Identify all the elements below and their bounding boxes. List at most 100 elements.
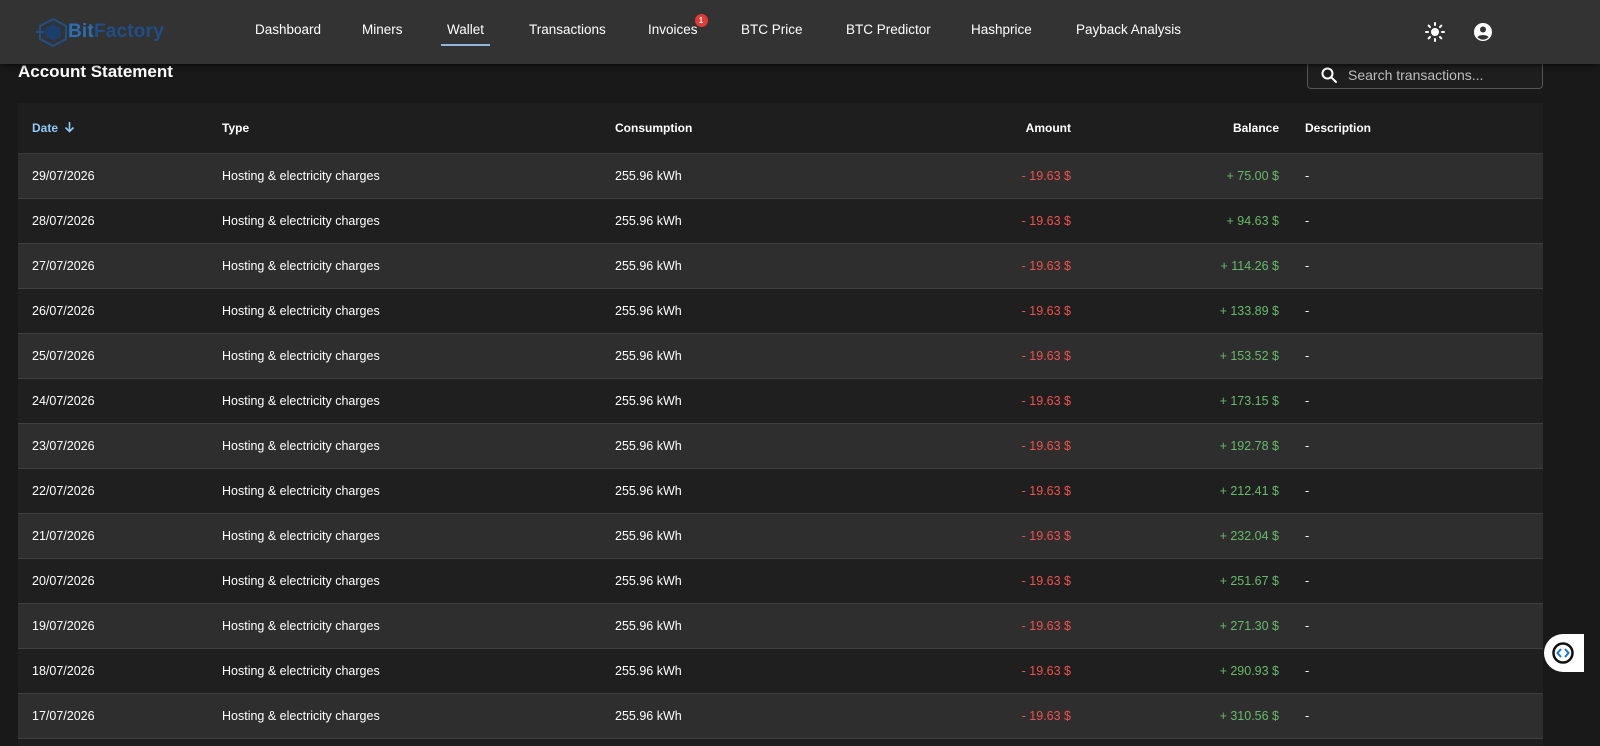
cell-type: Hosting & electricity charges: [222, 709, 380, 723]
nav-item-wallet[interactable]: Wallet: [440, 22, 491, 46]
cell-balance: + 153.52 $: [1219, 349, 1279, 363]
nav-item-btc-predictor[interactable]: BTC Predictor: [846, 22, 931, 37]
cell-date: 27/07/2026: [32, 259, 95, 273]
nav-item-transactions[interactable]: Transactions: [529, 22, 606, 37]
cell-date: 24/07/2026: [32, 394, 95, 408]
cell-amount: - 19.63 $: [1021, 709, 1071, 723]
nav-item-invoices-label: Invoices: [648, 22, 698, 37]
search-icon: [1321, 67, 1337, 83]
cell-consumption: 255.96 kWh: [615, 169, 682, 183]
side-feedback-widget[interactable]: [1544, 634, 1584, 672]
nav-item-miners[interactable]: Miners: [362, 22, 403, 37]
account-circle-icon[interactable]: [1471, 20, 1495, 44]
cell-date: 29/07/2026: [32, 169, 95, 183]
cell-type: Hosting & electricity charges: [222, 304, 380, 318]
cell-consumption: 255.96 kWh: [615, 304, 682, 318]
cell-amount: - 19.63 $: [1021, 484, 1071, 498]
cell-description: -: [1305, 574, 1310, 588]
cell-consumption: 255.96 kWh: [615, 709, 682, 723]
code-brackets-icon: [1552, 642, 1574, 664]
cell-description: -: [1305, 529, 1310, 543]
table-row[interactable]: 25/07/2026 Hosting & electricity charges 2…: [18, 334, 1543, 379]
cell-amount: - 19.63 $: [1021, 439, 1071, 453]
table-row[interactable]: 26/07/2026 Hosting & electricity charges 2…: [18, 289, 1543, 334]
cell-date: 21/07/2026: [32, 529, 95, 543]
cell-type: Hosting & electricity charges: [222, 349, 380, 363]
account-statement-table: Date Type Consumption Amount Balance Des…: [18, 103, 1543, 746]
table-row[interactable]: 17/07/2026 Hosting & electricity charges 2…: [18, 694, 1543, 739]
cell-balance: + 133.89 $: [1219, 304, 1279, 318]
app-logo-text: BitFactory: [68, 21, 164, 42]
cell-balance: + 251.67 $: [1219, 574, 1279, 588]
cell-amount: - 19.63 $: [1021, 214, 1071, 228]
cell-description: -: [1305, 169, 1310, 183]
cell-type: Hosting & electricity charges: [222, 529, 380, 543]
cell-consumption: 255.96 kWh: [615, 619, 682, 633]
cell-balance: + 94.63 $: [1226, 214, 1279, 228]
cell-amount: - 19.63 $: [1021, 664, 1071, 678]
cell-consumption: 255.96 kWh: [615, 214, 682, 228]
cell-type: Hosting & electricity charges: [222, 664, 380, 678]
cell-description: -: [1305, 484, 1310, 498]
nav-item-dashboard[interactable]: Dashboard: [255, 22, 321, 37]
nav-item-btc-price[interactable]: BTC Price: [741, 22, 803, 37]
cell-description: -: [1305, 304, 1310, 318]
cell-consumption: 255.96 kWh: [615, 664, 682, 678]
cell-type: Hosting & electricity charges: [222, 214, 380, 228]
table-header-row: Date Type Consumption Amount Balance Des…: [18, 103, 1543, 154]
cell-balance: + 173.15 $: [1219, 394, 1279, 408]
app-logo[interactable]: BitFactory: [36, 17, 164, 48]
cell-date: 25/07/2026: [32, 349, 95, 363]
cell-type: Hosting & electricity charges: [222, 439, 380, 453]
cell-type: Hosting & electricity charges: [222, 484, 380, 498]
cell-amount: - 19.63 $: [1021, 169, 1071, 183]
cell-consumption: 255.96 kWh: [615, 529, 682, 543]
column-header-description[interactable]: Description: [1305, 121, 1371, 135]
cell-balance: + 114.26 $: [1220, 259, 1279, 273]
table-row[interactable]: 19/07/2026 Hosting & electricity charges 2…: [18, 604, 1543, 649]
cell-balance: + 290.93 $: [1219, 664, 1279, 678]
cell-description: -: [1305, 709, 1310, 723]
cell-amount: - 19.63 $: [1021, 259, 1071, 273]
nav-item-hashprice[interactable]: Hashprice: [971, 22, 1032, 37]
cell-type: Hosting & electricity charges: [222, 169, 380, 183]
column-header-date-label: Date: [32, 121, 59, 135]
cell-amount: - 19.63 $: [1021, 574, 1071, 588]
cell-description: -: [1305, 664, 1310, 678]
cell-type: Hosting & electricity charges: [222, 574, 380, 588]
cell-type: Hosting & electricity charges: [222, 259, 380, 273]
cell-date: 19/07/2026: [32, 619, 95, 633]
cell-amount: - 19.63 $: [1021, 304, 1071, 318]
cell-consumption: 255.96 kWh: [615, 484, 682, 498]
cell-type: Hosting & electricity charges: [222, 619, 380, 633]
nav-item-payback-analysis[interactable]: Payback Analysis: [1076, 22, 1181, 37]
cell-consumption: 255.96 kWh: [615, 349, 682, 363]
table-row[interactable]: 23/07/2026 Hosting & electricity charges 2…: [18, 424, 1543, 469]
table-row[interactable]: 28/07/2026 Hosting & electricity charges 2…: [18, 199, 1543, 244]
cell-description: -: [1305, 259, 1310, 273]
cell-amount: - 19.63 $: [1021, 349, 1071, 363]
cell-consumption: 255.96 kWh: [615, 394, 682, 408]
table-row[interactable]: 18/07/2026 Hosting & electricity charges 2…: [18, 649, 1543, 694]
cell-amount: - 19.63 $: [1021, 394, 1071, 408]
nav-item-invoices[interactable]: Invoices 1: [648, 14, 708, 37]
cell-balance: + 271.30 $: [1219, 619, 1279, 633]
table-body: 29/07/2026 Hosting & electricity charges 2…: [18, 154, 1543, 739]
table-row[interactable]: 20/07/2026 Hosting & electricity charges 2…: [18, 559, 1543, 604]
table-row[interactable]: 22/07/2026 Hosting & electricity charges 2…: [18, 469, 1543, 514]
column-header-amount[interactable]: Amount: [1026, 121, 1071, 135]
table-row[interactable]: 21/07/2026 Hosting & electricity charges 2…: [18, 514, 1543, 559]
table-row[interactable]: 29/07/2026 Hosting & electricity charges 2…: [18, 154, 1543, 199]
cell-consumption: 255.96 kWh: [615, 439, 682, 453]
table-row[interactable]: 27/07/2026 Hosting & electricity charges 2…: [18, 244, 1543, 289]
cell-balance: + 75.00 $: [1226, 169, 1279, 183]
column-header-balance[interactable]: Balance: [1233, 121, 1279, 135]
column-header-consumption[interactable]: Consumption: [615, 121, 692, 135]
cell-description: -: [1305, 439, 1310, 453]
search-input[interactable]: [1346, 64, 1538, 86]
theme-toggle-sun-icon[interactable]: [1423, 20, 1447, 44]
column-header-type[interactable]: Type: [222, 121, 249, 135]
column-header-date[interactable]: Date: [32, 121, 75, 136]
table-row[interactable]: 24/07/2026 Hosting & electricity charges 2…: [18, 379, 1543, 424]
cell-date: 23/07/2026: [32, 439, 95, 453]
